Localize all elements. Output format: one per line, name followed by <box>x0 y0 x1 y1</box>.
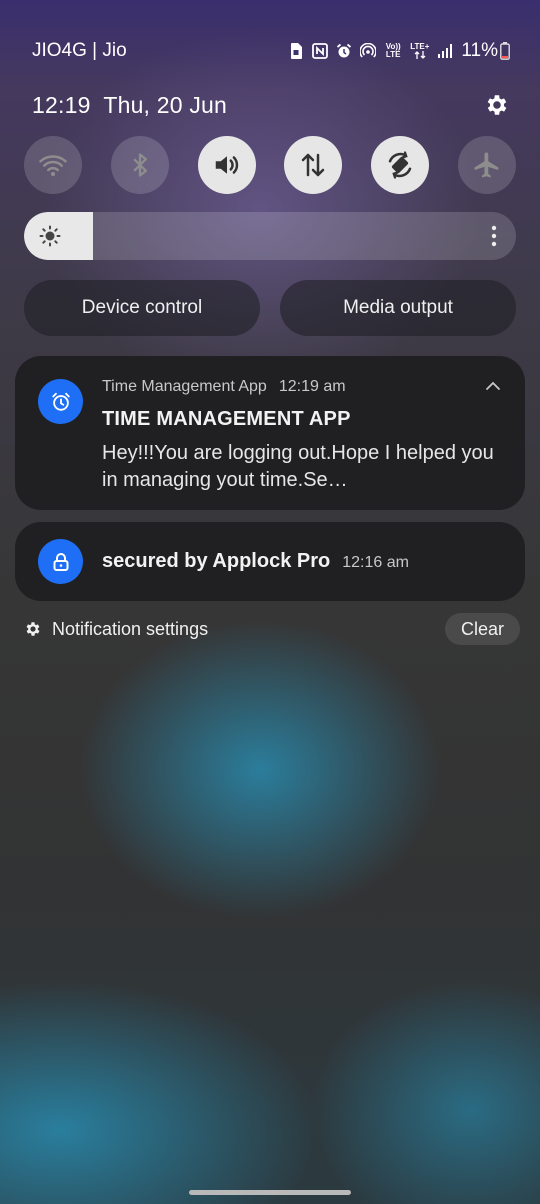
control-buttons: Device control Media output <box>24 280 516 336</box>
volte-icon: Vo)) LTE <box>385 42 401 59</box>
quick-settings <box>24 136 516 194</box>
notification-settings-label: Notification settings <box>52 618 209 639</box>
notification-header: Time Management App 12:19 am <box>102 378 346 396</box>
auto-rotate-icon <box>385 150 415 180</box>
wifi-toggle[interactable] <box>24 136 82 194</box>
app-icon <box>38 379 83 424</box>
clock-date: 12:19 Thu, 20 Jun <box>32 92 227 119</box>
lte-icon: LTE+ <box>410 43 429 59</box>
notification-settings-link[interactable]: Notification settings <box>24 619 208 640</box>
notification-body: Hey!!!You are logging out.Hope I helped … <box>102 442 494 491</box>
notification-title: TIME MANAGEMENT APP <box>102 408 351 430</box>
chevron-up-icon[interactable] <box>483 378 503 394</box>
app-icon <box>38 539 83 584</box>
mobile-data-icon <box>298 150 328 180</box>
notification-time: 12:19 am <box>278 378 346 395</box>
clear-button[interactable]: Clear <box>444 613 520 645</box>
bluetooth-toggle[interactable] <box>110 136 169 194</box>
sound-toggle[interactable] <box>197 136 256 194</box>
nfc-icon <box>312 43 329 59</box>
brightness-slider[interactable] <box>24 212 516 260</box>
notification-title: secured by Applock Pro <box>102 550 331 572</box>
airplane-mode-toggle[interactable] <box>457 136 516 194</box>
hotspot-icon <box>360 43 377 59</box>
airplane-mode-icon <box>472 150 502 180</box>
notification-time-management[interactable]: Time Management App 12:19 am TIME MANAGEM… <box>15 356 525 510</box>
notification-time: 12:16 am <box>342 554 409 571</box>
alarm-icon <box>50 391 72 413</box>
notification-applock[interactable]: secured by Applock Pro 12:16 am <box>15 522 525 601</box>
signal-icon <box>437 43 453 59</box>
clock[interactable]: 12:19 <box>32 92 91 118</box>
status-bar: JIO4G | Jio Vo)) LTE LTE+ 11% <box>32 38 510 64</box>
sim-icon <box>288 43 304 59</box>
date[interactable]: Thu, 20 Jun <box>103 92 227 118</box>
more-options-icon[interactable] <box>490 224 498 248</box>
gear-icon <box>24 620 42 638</box>
carrier-label: JIO4G | Jio <box>32 40 127 61</box>
app-name: Time Management App <box>102 378 267 395</box>
mobile-data-toggle[interactable] <box>284 136 343 194</box>
gear-icon[interactable] <box>484 92 510 118</box>
gesture-handle[interactable] <box>189 1190 351 1195</box>
lock-icon <box>52 552 70 572</box>
wifi-icon <box>38 150 68 180</box>
media-output-button[interactable]: Media output <box>280 280 516 336</box>
notification-footer: Notification settings Clear <box>24 612 520 646</box>
device-control-button[interactable]: Device control <box>24 280 260 336</box>
brightness-icon <box>38 224 62 248</box>
bluetooth-icon <box>126 151 154 179</box>
battery-icon <box>500 42 510 60</box>
alarm-icon <box>336 43 352 59</box>
battery-percent: 11% <box>461 40 498 61</box>
sound-icon <box>212 150 242 180</box>
lte-label: LTE+ <box>410 42 430 51</box>
notification-text: secured by Applock Pro 12:16 am <box>102 550 409 573</box>
status-icons: Vo)) LTE LTE+ 11% <box>288 40 510 62</box>
datetime-row: 12:19 Thu, 20 Jun <box>32 88 510 122</box>
auto-rotate-toggle[interactable] <box>371 136 430 194</box>
